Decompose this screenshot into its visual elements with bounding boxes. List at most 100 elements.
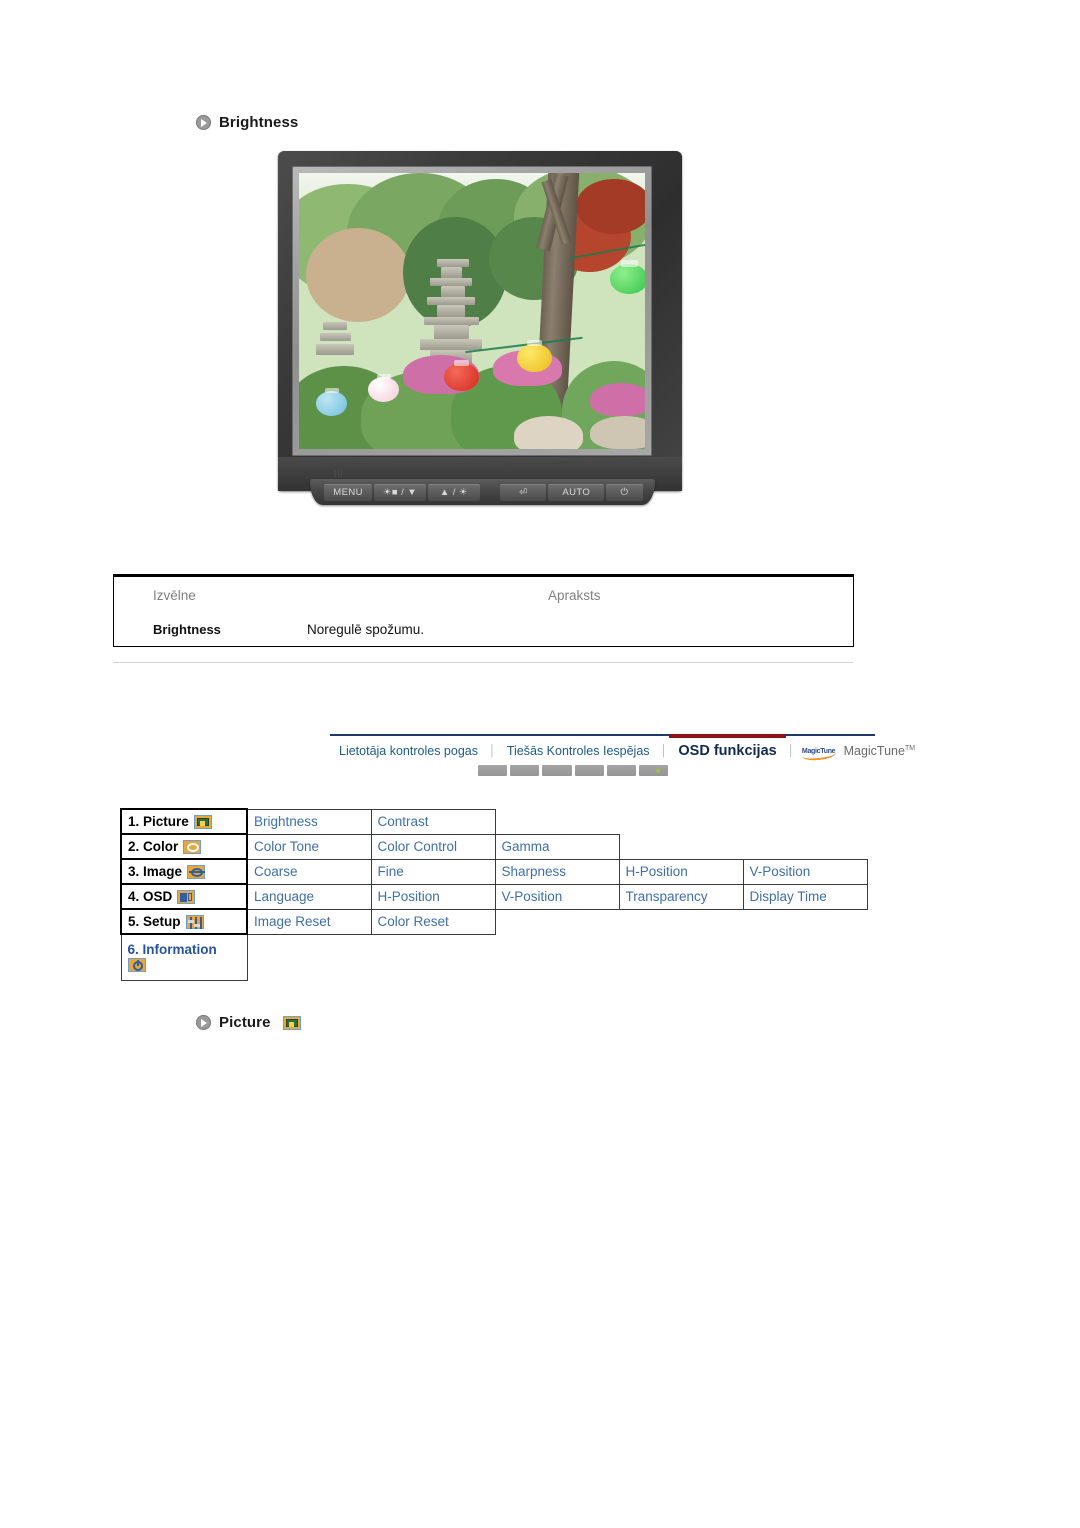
stone xyxy=(513,415,583,449)
header-label-description: Apraksts xyxy=(548,587,601,603)
ghost-button xyxy=(510,765,540,776)
osd-category-osd[interactable]: 4. OSD xyxy=(120,883,248,910)
empty-cell xyxy=(743,834,867,859)
power-led-icon xyxy=(656,769,660,773)
button-tick-marks: ||| xyxy=(334,469,344,478)
osd-icon xyxy=(177,889,196,904)
table-row: 3. Image Coarse Fine Sharpness H-Positio… xyxy=(120,858,868,885)
description-value: Noregulē spožumu. xyxy=(307,622,425,637)
osd-category-information[interactable]: 6. Information xyxy=(120,933,248,981)
arrow-bullet-icon xyxy=(196,115,211,130)
cell-menu-name: Brightness xyxy=(114,613,299,646)
lantern-yellow xyxy=(516,340,552,372)
osd-item-h-position[interactable]: H-Position xyxy=(370,883,496,910)
category-label: 1. Picture xyxy=(128,814,189,829)
garden-scene-image xyxy=(299,173,645,449)
table-row: 1. Picture Brightness Contrast xyxy=(120,808,867,835)
picture-icon xyxy=(282,1015,301,1030)
tab-user-control-buttons[interactable]: Lietotāja kontroles pogas xyxy=(330,744,487,758)
nav-top-rule xyxy=(330,734,875,736)
nav-separator: │ xyxy=(660,745,668,757)
color-icon xyxy=(183,839,202,854)
ghost-button xyxy=(478,765,508,776)
pagoda-tier xyxy=(433,324,469,339)
osd-item-brightness[interactable]: Brightness xyxy=(246,808,372,835)
table-row: 2. Color Color Tone Color Control Gamma xyxy=(120,833,867,860)
button-bar-gap xyxy=(481,492,500,493)
table-header-row: Izvēlne Apraksts xyxy=(114,577,853,613)
up-brightness-button[interactable]: ▲ / ☀ xyxy=(427,483,480,501)
table-row: 5. Setup Image Reset Color Reset xyxy=(120,908,867,935)
osd-item-transparency[interactable]: Transparency xyxy=(618,883,744,910)
section-divider xyxy=(113,662,853,663)
monitor-screen xyxy=(299,173,645,449)
osd-item-color-control[interactable]: Color Control xyxy=(370,833,496,860)
picture-icon xyxy=(193,814,212,829)
flower-bed xyxy=(589,382,645,416)
pagoda-tier xyxy=(323,322,348,331)
category-label: 4. OSD xyxy=(128,889,173,904)
empty-cell xyxy=(619,934,743,980)
menu-button[interactable]: MENU xyxy=(324,483,373,501)
category-label: 6. Information xyxy=(127,942,217,958)
osd-item-color-reset[interactable]: Color Reset xyxy=(370,908,496,935)
information-icon xyxy=(127,958,146,973)
osd-item-fine[interactable]: Fine xyxy=(370,858,496,885)
table-row: Brightness Noregulē spožumu. xyxy=(114,613,853,646)
image-icon xyxy=(187,864,206,879)
description-table: Izvēlne Apraksts Brightness Noregulē spo… xyxy=(113,574,854,647)
tree-canopy xyxy=(305,228,410,323)
osd-item-image-reset[interactable]: Image Reset xyxy=(246,908,372,935)
osd-item-display-time[interactable]: Display Time xyxy=(742,883,868,910)
osd-item-h-position[interactable]: H-Position xyxy=(618,858,744,885)
table-row: 6. Information xyxy=(120,933,867,981)
osd-item-v-position[interactable]: V-Position xyxy=(742,858,868,885)
lcd-monitor-illustration: ||| MENU ☀■ / ▼ ▲ / ☀ ⏎ AUTO ⏻ xyxy=(270,151,690,776)
osd-item-coarse[interactable]: Coarse xyxy=(246,858,372,885)
section-heading-picture: Picture xyxy=(196,1014,301,1031)
osd-item-color-tone[interactable]: Color Tone xyxy=(246,833,372,860)
section-heading-brightness: Brightness xyxy=(196,114,298,131)
pagoda-tier xyxy=(440,286,466,298)
page-title: Brightness xyxy=(219,114,299,131)
category-label: 3. Image xyxy=(128,864,183,879)
auto-button[interactable]: AUTO xyxy=(548,483,604,501)
empty-cell xyxy=(743,934,867,980)
magictune-logo-text: MagicTune xyxy=(801,747,836,755)
osd-item-contrast[interactable]: Contrast xyxy=(370,808,496,835)
empty-cell xyxy=(743,909,867,934)
source-down-button[interactable]: ☀■ / ▼ xyxy=(374,483,426,501)
tab-magictune[interactable]: MagicTuneTM xyxy=(844,744,915,758)
enter-button[interactable]: ⏎ xyxy=(500,483,547,501)
osd-item-gamma[interactable]: Gamma xyxy=(494,833,620,860)
menu-name-value: Brightness xyxy=(153,622,221,637)
magictune-label: MagicTune xyxy=(843,744,905,758)
tab-osd-functions[interactable]: OSD funkcijas xyxy=(669,743,785,759)
ghost-button xyxy=(606,765,636,776)
empty-cell xyxy=(495,809,619,834)
pagoda-tier xyxy=(430,277,472,287)
stone xyxy=(589,415,645,449)
pagoda-tier xyxy=(440,266,462,278)
osd-category-image[interactable]: 3. Image xyxy=(120,858,248,885)
osd-category-picture[interactable]: 1. Picture xyxy=(120,808,248,835)
tab-direct-control-functions[interactable]: Tiešās Kontroles Iespējas xyxy=(498,744,659,758)
tab-navigation-bar: Lietotāja kontroles pogas │ Tiešās Kontr… xyxy=(330,734,915,764)
ghost-button xyxy=(574,765,604,776)
osd-item-v-position[interactable]: V-Position xyxy=(494,883,620,910)
pagoda-tier xyxy=(437,258,469,267)
osd-item-sharpness[interactable]: Sharpness xyxy=(494,858,620,885)
osd-item-language[interactable]: Language xyxy=(246,883,372,910)
empty-cell xyxy=(619,834,743,859)
header-cell-description: Apraksts xyxy=(299,577,853,613)
power-button[interactable]: ⏻ xyxy=(606,483,643,501)
cell-description-text: Noregulē spožumu. xyxy=(299,613,853,646)
osd-menu-structure-table: 1. Picture Brightness Contrast 2. Color … xyxy=(120,808,868,981)
ghost-button xyxy=(542,765,572,776)
empty-cell xyxy=(495,934,619,980)
osd-category-setup[interactable]: 5. Setup xyxy=(120,908,248,935)
empty-cell xyxy=(743,809,867,834)
ghost-button xyxy=(638,765,669,776)
osd-category-color[interactable]: 2. Color xyxy=(120,833,248,860)
header-cell-menu: Izvēlne xyxy=(114,577,299,613)
